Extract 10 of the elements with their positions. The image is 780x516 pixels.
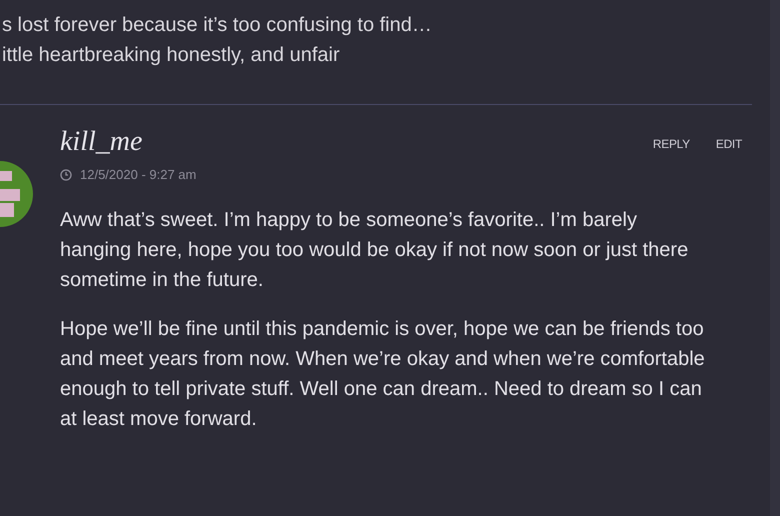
comment-paragraph: Aww that’s sweet. I’m happy to be someone’s favorite.. I’m barely hanging here, hope you too would be okay if not now soon or just there sometime in the future. [60,208,690,292]
comment-date: 12/5/2020 - 9:27 am [80,166,196,184]
comment-action-link[interactable]: EDIT [716,135,742,153]
avatar-icon [0,159,34,229]
comment-action-link[interactable]: REPLY [652,135,690,153]
comment-text-line: s lost forever because it’s too confusing to find… [2,13,432,38]
comment-text-line: ittle heartbreaking honestly, and unfair [2,43,340,68]
comment-paragraph: Hope we’ll be fine until this pandemic is over, hope we can be friends too and meet years from now. When we’re okay and when we’re comfortable enough to tell private stuff. Well one can dream.. Need to dream so I can at least move forward. [60,316,706,432]
comment-author[interactable]: kill_me [60,125,142,159]
clock-icon [60,168,72,181]
